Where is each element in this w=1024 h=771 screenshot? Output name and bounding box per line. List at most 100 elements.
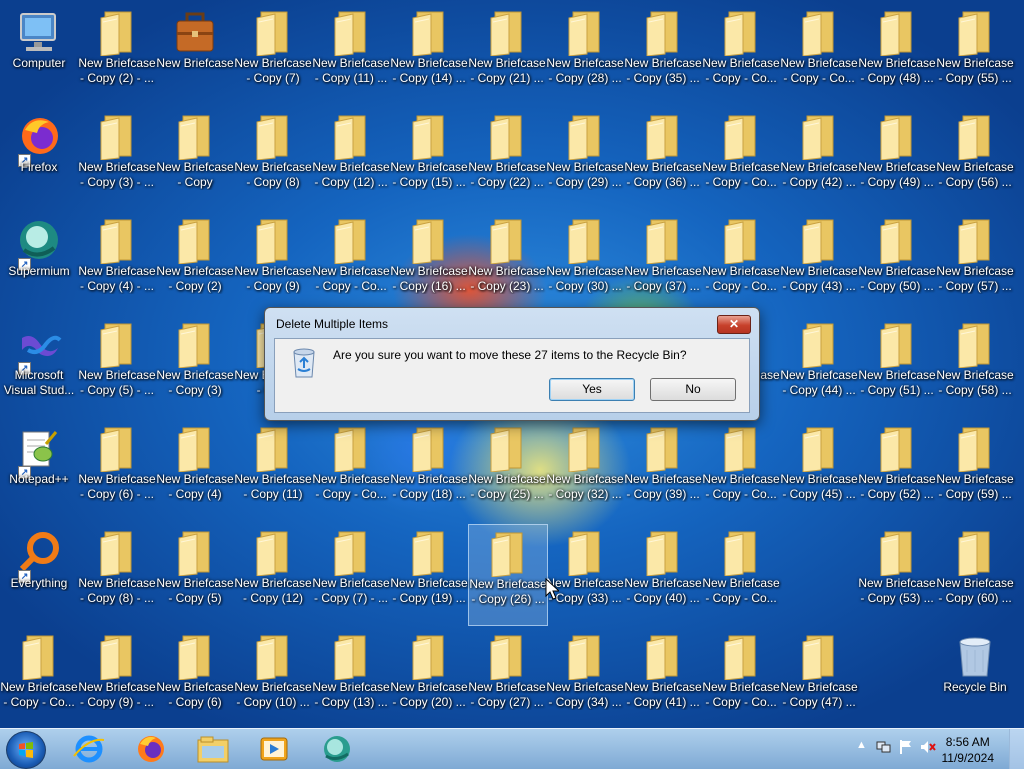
start-button[interactable] [6,731,46,769]
desktop-icon-folder[interactable]: New Briefcase - Copy (27) ... [468,628,546,728]
desktop-icon-folder[interactable]: New Briefcase - Copy (22) ... [468,108,546,208]
desktop-icon-folder[interactable]: New Briefcase - Copy (55) ... [936,4,1014,104]
desktop-icon-folder[interactable]: New Briefcase - Copy (51) ... [858,316,936,416]
desktop-icon-folder[interactable]: New Briefcase - Copy - Co... [780,4,858,104]
close-button[interactable]: ✕ [717,315,751,334]
desktop-icon-folder[interactable]: New Briefcase - Copy (48) ... [858,4,936,104]
desktop-icon-folder[interactable]: New Briefcase - Copy (58) ... [936,316,1014,416]
desktop-icon-folder[interactable]: New Briefcase - Copy (32) ... [546,420,624,520]
desktop-icon-folder[interactable]: New Briefcase - Copy (5) - ... [78,316,156,416]
desktop-icon-folder[interactable]: New Briefcase - Copy (2) - ... [78,4,156,104]
desktop-icon-folder[interactable]: New Briefcase - Copy - Co... [702,108,780,208]
desktop-icon-folder[interactable]: New Briefcase - Copy (4) - ... [78,212,156,312]
taskbar-media-button[interactable] [248,732,302,766]
desktop-icon-briefcase[interactable]: New Briefcase [156,4,234,104]
desktop-icon-supermium[interactable]: ↗ Supermium [0,212,78,312]
desktop-icon-folder[interactable]: New Briefcase - Copy (26) ... [468,524,548,626]
desktop-icon-folder[interactable]: New Briefcase - Copy (3) - ... [78,108,156,208]
desktop-icon-folder[interactable]: New Briefcase - Copy (11) [234,420,312,520]
desktop-icon-folder[interactable]: New Briefcase - Copy - Co... [702,628,780,728]
taskbar-explorer-button[interactable] [186,732,240,766]
desktop-icon-folder[interactable]: New Briefcase - Copy (34) ... [546,628,624,728]
desktop-icon-everything[interactable]: ↗ Everything [0,524,78,624]
yes-button[interactable]: Yes [549,378,635,401]
desktop-icon-folder[interactable]: New Briefcase - Copy (29) ... [546,108,624,208]
desktop-icon-computer[interactable]: Computer [0,4,78,104]
desktop-icon-folder[interactable]: New Briefcase - Copy (43) ... [780,212,858,312]
desktop-icon-recycle-bin[interactable]: Recycle Bin [936,628,1014,728]
volume-muted-icon[interactable] [920,739,936,755]
desktop-icon-folder[interactable]: New Briefcase - Copy (4) [156,420,234,520]
desktop-icon-folder[interactable]: New Briefcase - Copy (52) ... [858,420,936,520]
desktop-icon-folder[interactable]: New Briefcase - Copy (14) ... [390,4,468,104]
desktop-icon-folder[interactable]: New Briefcase - Copy (41) ... [624,628,702,728]
desktop-icon-folder[interactable]: New Briefcase - Copy (16) ... [390,212,468,312]
desktop-icon-folder[interactable]: New Briefcase - Copy (18) ... [390,420,468,520]
desktop-icon-folder[interactable]: New Briefcase - Copy (5) [156,524,234,624]
desktop-icon-folder[interactable]: New Briefcase - Copy (12) [234,524,312,624]
desktop-icon-folder[interactable]: New Briefcase - Copy (44) ... [780,316,858,416]
desktop-icon-folder[interactable]: New Briefcase - Copy (33) ... [546,524,624,624]
clock[interactable]: 8:56 AM 11/9/2024 [942,734,995,766]
desktop-icon-folder[interactable]: New Briefcase - Copy (50) ... [858,212,936,312]
desktop-icon-folder[interactable]: New Briefcase - Copy (11) ... [312,4,390,104]
desktop-icon-folder[interactable]: New Briefcase - Copy (30) ... [546,212,624,312]
no-button[interactable]: No [650,378,736,401]
desktop-icon-folder[interactable]: New Briefcase - Copy (37) ... [624,212,702,312]
desktop-icon-folder[interactable]: New Briefcase - Copy (39) ... [624,420,702,520]
desktop-icon-folder[interactable]: New Briefcase - Copy (40) ... [624,524,702,624]
desktop-icon-folder[interactable]: New Briefcase - Copy (12) ... [312,108,390,208]
desktop-icon-folder[interactable]: New Briefcase - Copy (23) ... [468,212,546,312]
desktop-icon-folder[interactable]: New Briefcase - Copy (25) ... [468,420,546,520]
desktop-icon-folder[interactable]: New Briefcase - Copy (59) ... [936,420,1014,520]
desktop-icon-folder[interactable]: New Briefcase - Copy (36) ... [624,108,702,208]
desktop-icon-folder[interactable]: New Briefcase - Copy (7) [234,4,312,104]
desktop-icon-folder[interactable]: New Briefcase - Copy (10) ... [234,628,312,728]
show-desktop-button[interactable] [1009,729,1024,769]
desktop-icon-folder[interactable]: New Briefcase - Copy (35) ... [624,4,702,104]
desktop-icon-folder[interactable]: New Briefcase - Copy (45) ... [780,420,858,520]
show-hidden-icons-icon[interactable]: ▲ [856,739,867,751]
taskbar-supermium-button[interactable] [310,732,364,766]
desktop-icon-folder[interactable]: New Briefcase - Copy (49) ... [858,108,936,208]
taskbar-ie-button[interactable] [62,732,116,766]
desktop-icon-folder-icon [255,530,291,581]
desktop-icon-folder[interactable]: New Briefcase - Copy (56) ... [936,108,1014,208]
desktop-icon-folder[interactable]: New Briefcase - Copy (2) [156,212,234,312]
desktop-icon-folder[interactable]: New Briefcase - Copy (20) ... [390,628,468,728]
desktop-icon-briefcase-copy-co[interactable]: New Briefcase - Copy - Co... [0,628,78,728]
desktop-icon-folder[interactable]: New Briefcase - Copy (53) ... [858,524,936,624]
taskbar-firefox-button[interactable] [124,732,178,766]
desktop-icon-folder[interactable]: New Briefcase - Copy - Co... [312,212,390,312]
desktop-icon-firefox[interactable]: ↗ Firefox [0,108,78,208]
desktop-icon-folder[interactable]: New Briefcase - Copy (7) - ... [312,524,390,624]
action-center-flag-icon[interactable] [898,739,914,755]
desktop-icon-folder[interactable]: New Briefcase - Copy (8) [234,108,312,208]
network-icon[interactable] [876,739,892,755]
desktop-icon-folder[interactable]: New Briefcase - Copy (13) ... [312,628,390,728]
desktop-icon-folder[interactable]: New Briefcase - Copy [156,108,234,208]
desktop-icon-visual-studio[interactable]: ↗ Microsoft Visual Stud... [0,316,78,416]
desktop-icon-folder[interactable]: New Briefcase - Copy (47) ... [780,628,858,728]
desktop-icon-folder[interactable]: New Briefcase - Copy (6) [156,628,234,728]
desktop-icon-folder[interactable]: New Briefcase - Copy - Co... [702,212,780,312]
desktop-icon-folder[interactable]: New Briefcase - Copy (57) ... [936,212,1014,312]
desktop-icon-folder[interactable]: New Briefcase - Copy (28) ... [546,4,624,104]
desktop-icon-folder[interactable]: New Briefcase - Copy (8) - ... [78,524,156,624]
desktop-icon-folder[interactable]: New Briefcase - Copy - Co... [702,420,780,520]
folder-icon [197,736,229,763]
icon-label: New Briefcase - Copy (29) ... [544,160,626,190]
desktop-icon-folder[interactable]: New Briefcase - Copy (42) ... [780,108,858,208]
desktop-icon-folder[interactable]: New Briefcase - Copy - Co... [702,4,780,104]
desktop-icon-folder[interactable]: New Briefcase - Copy (9) [234,212,312,312]
desktop-icon-folder[interactable]: New Briefcase - Copy (19) ... [390,524,468,624]
desktop-icon-folder[interactable]: New Briefcase - Copy (15) ... [390,108,468,208]
desktop-icon-folder[interactable]: New Briefcase - Copy (6) - ... [78,420,156,520]
desktop-icon-folder[interactable]: New Briefcase - Copy - Co... [702,524,780,624]
desktop-icon-folder[interactable]: New Briefcase - Copy (9) - ... [78,628,156,728]
desktop-icon-notepadpp[interactable]: ↗ Notepad++ [0,420,78,520]
desktop-icon-folder[interactable]: New Briefcase - Copy (21) ... [468,4,546,104]
desktop-icon-folder[interactable]: New Briefcase - Copy (3) [156,316,234,416]
desktop-icon-folder[interactable]: New Briefcase - Copy - Co... [312,420,390,520]
desktop-icon-folder[interactable]: New Briefcase - Copy (60) ... [936,524,1014,624]
